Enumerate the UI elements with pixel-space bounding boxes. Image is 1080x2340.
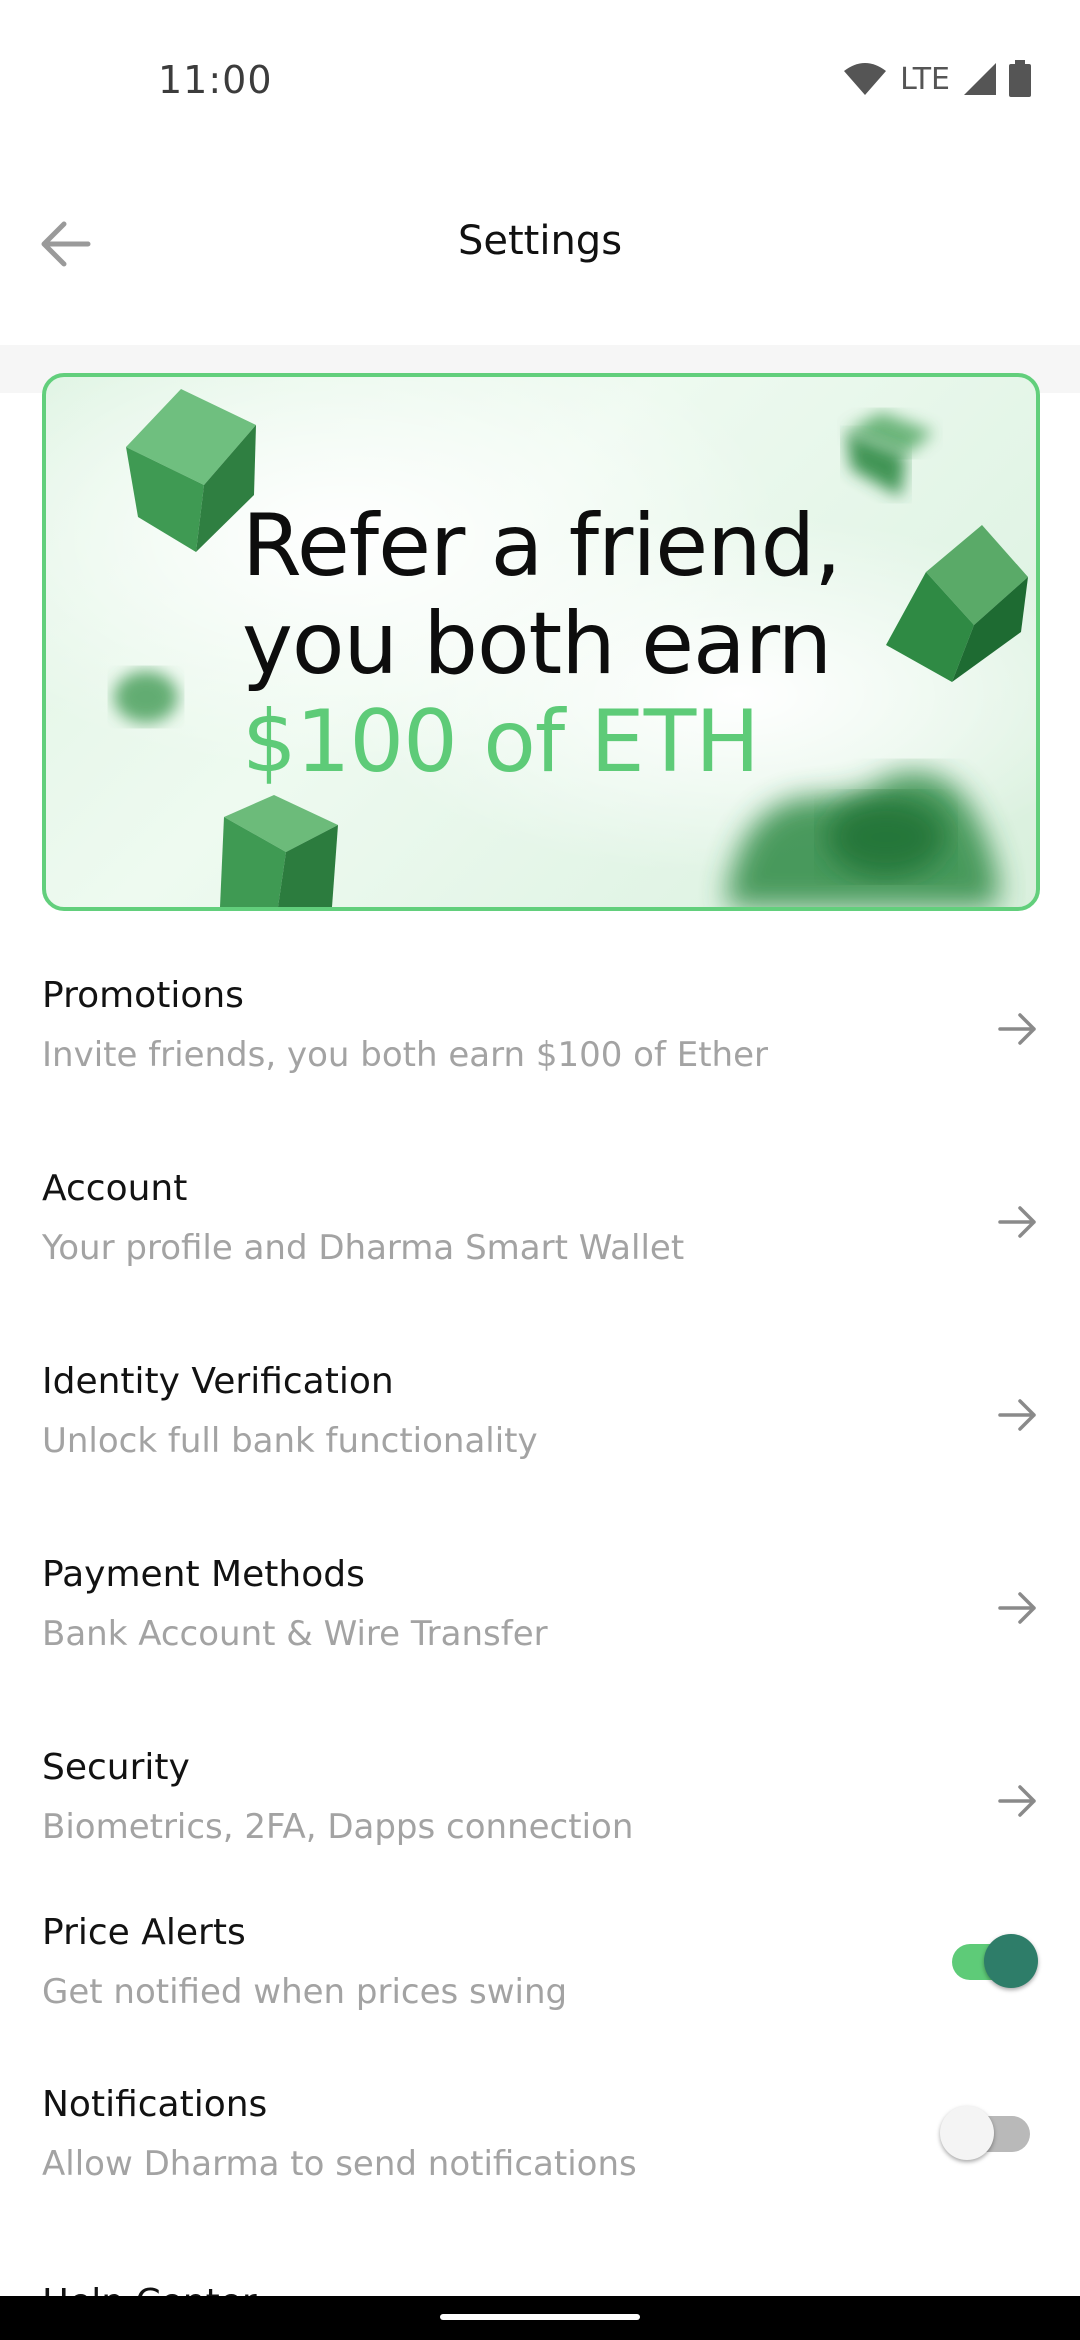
arrow-right-icon	[998, 1399, 1036, 1431]
home-indicator[interactable]	[440, 2314, 640, 2320]
referral-banner[interactable]: Refer a friend, you both earn $100 of ET…	[42, 373, 1040, 911]
settings-item-price-alerts: Price Alerts Get notified when prices sw…	[0, 1900, 1080, 2072]
status-bar: 11:00 LTE	[0, 0, 1080, 170]
item-title: Price Alerts	[42, 1912, 246, 1953]
wifi-icon	[842, 61, 888, 97]
network-label: LTE	[900, 61, 950, 97]
settings-item-promotions[interactable]: Promotions Invite friends, you both earn…	[0, 935, 1080, 1128]
arrow-right-icon	[998, 1206, 1036, 1238]
settings-item-account[interactable]: Account Your profile and Dharma Smart Wa…	[0, 1128, 1080, 1321]
item-subtitle: Your profile and Dharma Smart Wallet	[42, 1228, 685, 1268]
banner-line-2: you both earn	[242, 594, 832, 694]
settings-item-notifications: Notifications Allow Dharma to send notif…	[0, 2072, 1080, 2244]
status-icons: LTE	[842, 60, 1032, 98]
settings-item-security[interactable]: Security Biometrics, 2FA, Dapps connecti…	[0, 1707, 1080, 1900]
app-bar: Settings	[0, 170, 1080, 345]
arrow-right-icon	[998, 1592, 1036, 1624]
item-title: Notifications	[42, 2084, 268, 2125]
item-title: Identity Verification	[42, 1361, 394, 1402]
toggle-thumb	[984, 1934, 1038, 1988]
arrow-right-icon	[998, 1785, 1036, 1817]
item-subtitle: Invite friends, you both earn $100 of Et…	[42, 1035, 768, 1075]
settings-item-identity-verification[interactable]: Identity Verification Unlock full bank f…	[0, 1321, 1080, 1514]
item-subtitle: Get notified when prices swing	[42, 1972, 568, 2012]
item-subtitle: Allow Dharma to send notifications	[42, 2144, 637, 2184]
item-subtitle: Unlock full bank functionality	[42, 1421, 538, 1461]
toggle-thumb	[940, 2106, 994, 2160]
item-title: Security	[42, 1747, 190, 1788]
settings-item-payment-methods[interactable]: Payment Methods Bank Account & Wire Tran…	[0, 1514, 1080, 1707]
banner-line-3: $100 of ETH	[242, 692, 760, 792]
settings-list: Promotions Invite friends, you both earn…	[0, 935, 1080, 2244]
settings-screen: 11:00 LTE Settings Refer a friend, you b…	[0, 0, 1080, 2340]
item-title: Account	[42, 1168, 188, 1209]
item-title: Promotions	[42, 975, 244, 1016]
item-subtitle: Biometrics, 2FA, Dapps connection	[42, 1807, 634, 1847]
page-title: Settings	[457, 218, 623, 264]
system-nav-bar	[0, 2296, 1080, 2340]
arrow-right-icon	[998, 1013, 1036, 1045]
battery-icon	[1008, 60, 1032, 98]
status-time: 11:00	[158, 58, 273, 102]
item-title: Payment Methods	[42, 1554, 365, 1595]
price-alerts-toggle[interactable]	[946, 1922, 1038, 1992]
banner-line-1: Refer a friend,	[242, 496, 842, 596]
item-subtitle: Bank Account & Wire Transfer	[42, 1614, 548, 1654]
banner-headline: Refer a friend, you both earn $100 of ET…	[242, 496, 842, 792]
signal-icon	[962, 61, 998, 97]
notifications-toggle[interactable]	[940, 2094, 1036, 2164]
